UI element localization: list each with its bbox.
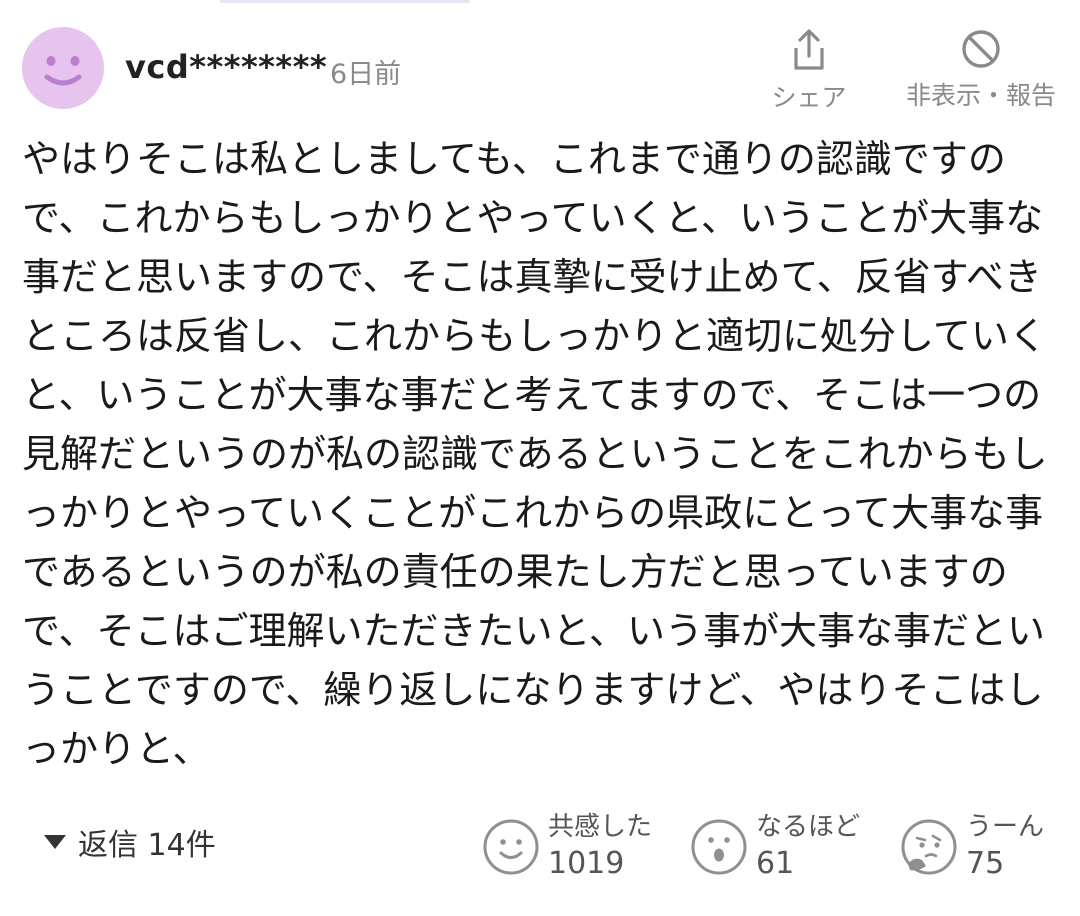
share-label: シェア — [771, 83, 847, 112]
share-icon — [794, 29, 824, 70]
comment-text: やはりそこは私としましても、これまで通りの認識ですので、これからもしっかりとやっ… — [22, 137, 1048, 771]
reaction-label: うーん — [966, 812, 1045, 842]
username[interactable]: vcd******** — [125, 48, 327, 86]
reaction-empathize-button[interactable]: 共感した 1019 — [482, 804, 652, 890]
avatar[interactable] — [22, 27, 104, 109]
surprised-face-icon — [691, 819, 747, 875]
reaction-label: なるほど — [756, 812, 861, 842]
smiley-avatar-icon — [44, 56, 82, 86]
smile-face-icon — [483, 819, 539, 875]
reaction-insightful-button[interactable]: なるほど 61 — [690, 804, 860, 890]
hide-report-button[interactable]: 非表示・報告 — [898, 28, 1064, 112]
reaction-count: 75 — [966, 846, 1005, 881]
thinking-face-icon — [901, 819, 957, 875]
reaction-label: 共感した — [548, 812, 653, 842]
caret-down-icon — [44, 835, 66, 849]
prohibited-icon — [962, 30, 1000, 68]
replies-count: 返信 14件 — [78, 828, 216, 863]
timestamp: 6日前 — [330, 59, 402, 90]
hide-report-label: 非表示・報告 — [905, 81, 1056, 110]
share-button[interactable]: シェア — [768, 28, 850, 114]
top-divider — [220, 0, 470, 3]
reaction-count: 61 — [756, 846, 795, 881]
reaction-hmm-button[interactable]: うーん 75 — [900, 804, 1044, 890]
reaction-count: 1019 — [548, 846, 625, 881]
replies-toggle[interactable]: 返信 14件 — [44, 820, 216, 864]
